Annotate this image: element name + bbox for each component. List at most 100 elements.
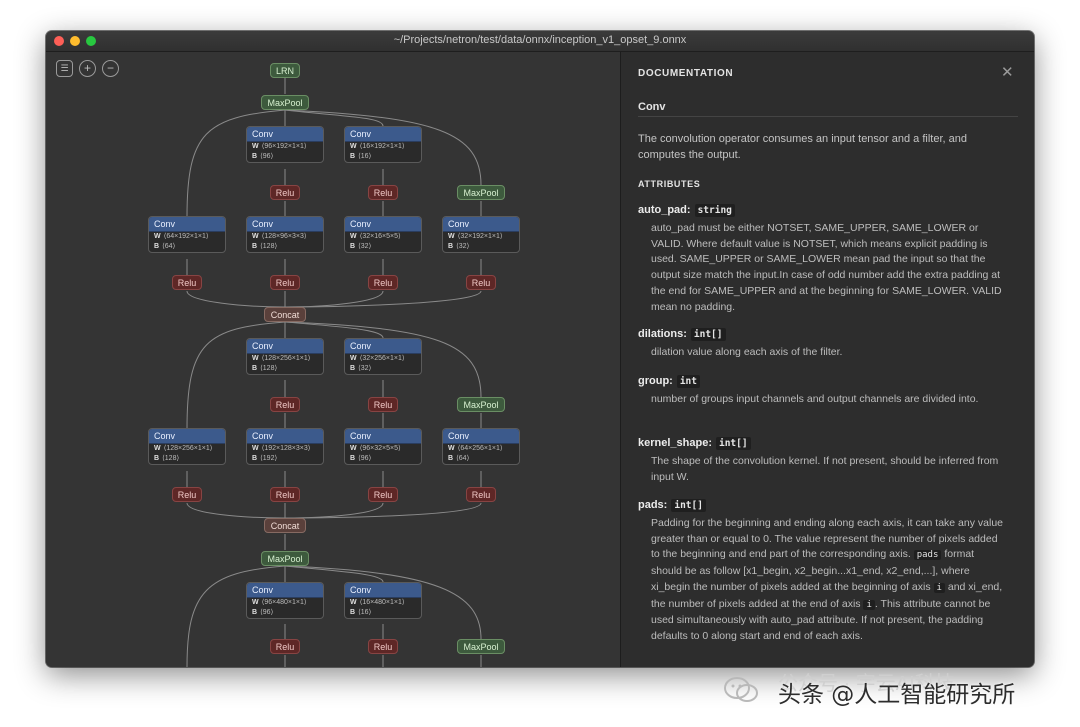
maxpool-node[interactable]: MaxPool: [261, 551, 309, 566]
relu-node[interactable]: Relu: [368, 275, 398, 290]
maxpool-node[interactable]: MaxPool: [457, 639, 505, 654]
conv-weight-shape: ⟨16×480×1×1⟩: [359, 599, 405, 606]
relu-node[interactable]: Relu: [368, 487, 398, 502]
concat-node[interactable]: Concat: [264, 518, 306, 533]
conv-weight-shape: ⟨128×256×1×1⟩: [163, 445, 213, 452]
attribute-description: number of groups input channels and outp…: [651, 393, 979, 405]
conv-node-title: Conv: [345, 217, 421, 232]
conv-node[interactable]: Conv W ⟨32×256×1×1⟩ B ⟨32⟩: [344, 338, 422, 375]
conv-node-title: Conv: [149, 217, 225, 232]
attribute-type: int[]: [671, 499, 706, 512]
concat-node[interactable]: Concat: [264, 307, 306, 322]
conv-node-title: Conv: [247, 217, 323, 232]
conv-node[interactable]: Conv W ⟨128×256×1×1⟩ B ⟨128⟩: [148, 428, 226, 465]
operator-description: The convolution operator consumes an inp…: [638, 133, 967, 161]
close-icon[interactable]: ✕: [1001, 63, 1014, 81]
conv-weight-shape: ⟨128×96×3×3⟩: [261, 233, 307, 240]
attribute-name: dilations:: [638, 328, 687, 340]
conv-node[interactable]: Conv W ⟨64×256×1×1⟩ B ⟨64⟩: [442, 428, 520, 465]
title-bar: ~/Projects/netron/test/data/onnx/incepti…: [46, 31, 1034, 52]
conv-node[interactable]: Conv W ⟨192×128×3×3⟩ B ⟨192⟩: [246, 428, 324, 465]
lrn-node[interactable]: LRN: [270, 63, 300, 78]
conv-bias-shape: ⟨96⟩: [358, 455, 372, 462]
conv-bias-shape: ⟨128⟩: [260, 243, 278, 250]
maxpool-node[interactable]: MaxPool: [261, 95, 309, 110]
conv-node-title: Conv: [149, 429, 225, 444]
conv-node[interactable]: Conv W ⟨64×192×1×1⟩ B ⟨64⟩: [148, 216, 226, 253]
relu-node[interactable]: Relu: [270, 639, 300, 654]
conv-weight-shape: ⟨16×192×1×1⟩: [359, 143, 405, 150]
attribute-type: string: [694, 204, 735, 217]
conv-weight-shape: ⟨64×256×1×1⟩: [457, 445, 503, 452]
relu-node[interactable]: Relu: [270, 487, 300, 502]
documentation-panel: DOCUMENTATION ✕ Conv The convolution ope…: [621, 52, 1034, 667]
window-title: ~/Projects/netron/test/data/onnx/incepti…: [393, 34, 687, 46]
relu-node[interactable]: Relu: [368, 639, 398, 654]
conv-bias-shape: ⟨32⟩: [456, 243, 470, 250]
conv-weight-shape: ⟨96×32×5×5⟩: [359, 445, 401, 452]
zoom-out-icon[interactable]: −: [102, 60, 119, 77]
watermark-text: 头条 @人工智能研究所: [778, 682, 1016, 708]
maxpool-node[interactable]: MaxPool: [457, 397, 505, 412]
relu-node[interactable]: Relu: [368, 397, 398, 412]
attribute-name: pads:: [638, 499, 668, 511]
conv-node[interactable]: Conv W ⟨32×192×1×1⟩ B ⟨32⟩: [442, 216, 520, 253]
attribute-name: kernel_shape:: [638, 437, 712, 449]
conv-node-title: Conv: [345, 583, 421, 598]
relu-node[interactable]: Relu: [270, 275, 300, 290]
attribute-dilations: dilations: int[] dilation value along eac…: [638, 326, 1018, 361]
conv-node-title: Conv: [443, 429, 519, 444]
relu-node[interactable]: Relu: [466, 487, 496, 502]
conv-node-title: Conv: [345, 127, 421, 142]
conv-node-title: Conv: [247, 429, 323, 444]
wechat-logo-icon: [724, 677, 758, 702]
conv-node-title: Conv: [443, 217, 519, 232]
conv-node[interactable]: Conv W ⟨16×192×1×1⟩ B ⟨16⟩: [344, 126, 422, 163]
conv-weight-shape: ⟨96×480×1×1⟩: [261, 599, 307, 606]
attribute-type: int: [676, 375, 700, 388]
conv-bias-shape: ⟨96⟩: [260, 153, 274, 160]
conv-node-title: Conv: [345, 429, 421, 444]
graph-edges: [186, 78, 482, 667]
attribute-description: Padding for the beginning and ending alo…: [651, 517, 1004, 642]
conv-node[interactable]: Conv W ⟨16×480×1×1⟩ B ⟨16⟩: [344, 582, 422, 619]
zoom-in-icon[interactable]: +: [79, 60, 96, 77]
conv-node-title: Conv: [247, 583, 323, 598]
attribute-type: int[]: [715, 437, 751, 450]
conv-bias-shape: ⟨64⟩: [162, 243, 176, 250]
conv-node[interactable]: Conv W ⟨96×32×5×5⟩ B ⟨96⟩: [344, 428, 422, 465]
attribute-description: auto_pad must be either NOTSET, SAME_UPP…: [651, 222, 1002, 313]
attribute-pads: pads: int[] Padding for the beginning and…: [638, 497, 1018, 645]
conv-node[interactable]: Conv W ⟨96×192×1×1⟩ B ⟨96⟩: [246, 126, 324, 163]
conv-weight-shape: ⟨32×16×5×5⟩: [359, 233, 401, 240]
conv-node[interactable]: Conv W ⟨32×16×5×5⟩ B ⟨32⟩: [344, 216, 422, 253]
relu-node[interactable]: Relu: [172, 487, 202, 502]
conv-weight-shape: ⟨128×256×1×1⟩: [261, 355, 311, 362]
conv-node[interactable]: Conv W ⟨96×480×1×1⟩ B ⟨96⟩: [246, 582, 324, 619]
relu-node[interactable]: Relu: [368, 185, 398, 200]
conv-node-title: Conv: [247, 339, 323, 354]
relu-node[interactable]: Relu: [270, 185, 300, 200]
conv-bias-shape: ⟨64⟩: [456, 455, 470, 462]
conv-weight-shape: ⟨64×192×1×1⟩: [163, 233, 209, 240]
attribute-description: dilation value along each axis of the fi…: [651, 346, 843, 358]
app-window: ~/Projects/netron/test/data/onnx/incepti…: [46, 31, 1034, 667]
conv-bias-shape: ⟨192⟩: [260, 455, 278, 462]
conv-node[interactable]: Conv W ⟨128×96×3×3⟩ B ⟨128⟩: [246, 216, 324, 253]
relu-node[interactable]: Relu: [270, 397, 300, 412]
attribute-name: auto_pad:: [638, 204, 691, 216]
conv-bias-shape: ⟨16⟩: [358, 609, 372, 616]
conv-bias-shape: ⟨32⟩: [358, 243, 372, 250]
attribute-type: int[]: [690, 328, 726, 341]
conv-bias-shape: ⟨32⟩: [358, 365, 372, 372]
relu-node[interactable]: Relu: [466, 275, 496, 290]
conv-node[interactable]: Conv W ⟨128×256×1×1⟩ B ⟨128⟩: [246, 338, 324, 375]
conv-bias-shape: ⟨96⟩: [260, 609, 274, 616]
graph-canvas[interactable]: ☰ + − LRN MaxPool Conv W ⟨96×192×1×1⟩ B ⟨9…: [46, 52, 621, 667]
documentation-heading: DOCUMENTATION: [638, 68, 734, 79]
relu-node[interactable]: Relu: [172, 275, 202, 290]
attribute-description: The shape of the convolution kernel. If …: [651, 455, 999, 483]
conv-weight-shape: ⟨32×256×1×1⟩: [359, 355, 405, 362]
maxpool-node[interactable]: MaxPool: [457, 185, 505, 200]
sidebar-icon[interactable]: ☰: [56, 60, 73, 77]
